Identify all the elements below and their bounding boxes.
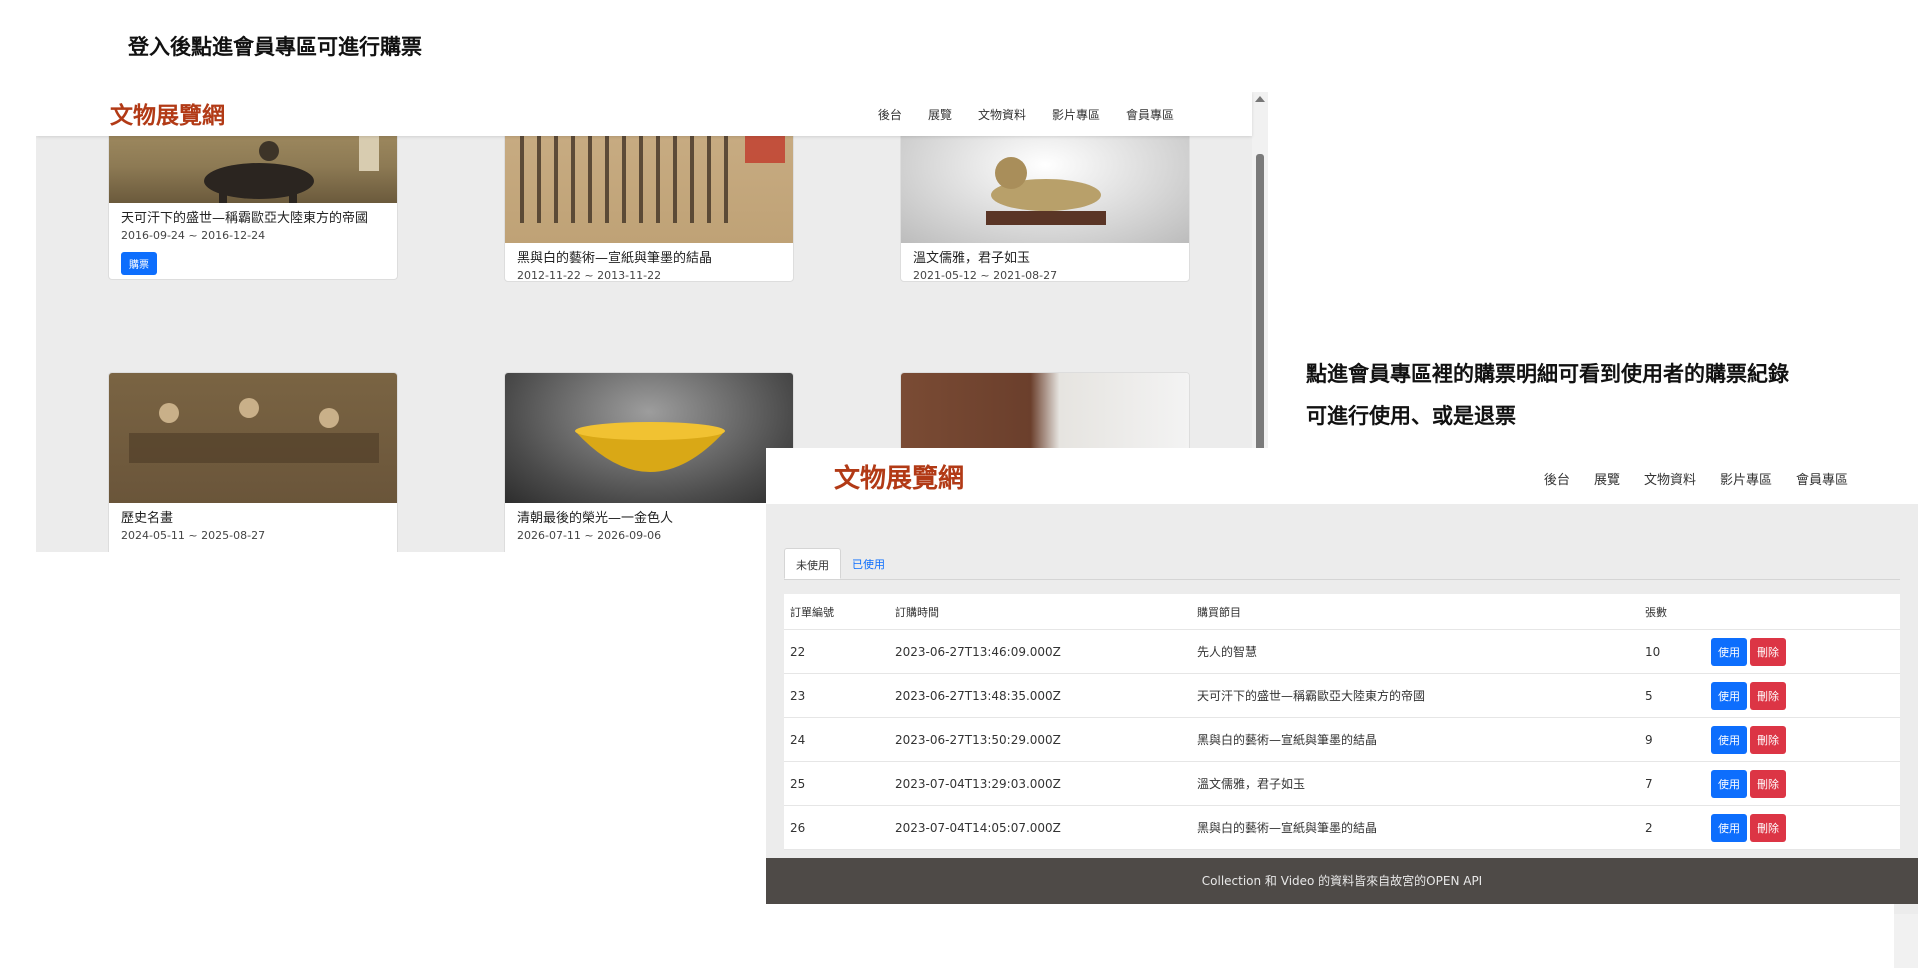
nav-artifacts[interactable]: 文物資料	[1644, 469, 1696, 488]
use-button[interactable]: 使用	[1711, 813, 1747, 842]
footer: Collection 和 Video 的資料皆來自故宮的OPEN API	[766, 858, 1918, 904]
header-program: 購買節目	[1197, 605, 1241, 619]
scroll-up-icon[interactable]	[1255, 96, 1265, 102]
scroll-thumb[interactable]	[1256, 154, 1264, 454]
exhibition-dates: 2016-09-24 ~ 2016-12-24	[121, 229, 266, 242]
order-time: 2023-06-27T13:46:09.000Z	[895, 644, 1061, 659]
ticket-quantity: 7	[1645, 776, 1653, 791]
navbar: 文物展覽網 後台 展覽 文物資料 影片專區 會員專區	[766, 448, 1918, 504]
order-time: 2023-07-04T13:29:03.000Z	[895, 776, 1061, 791]
use-button[interactable]: 使用	[1711, 725, 1747, 754]
nav-admin[interactable]: 後台	[878, 106, 902, 123]
caption-ticket-record-instruction: 點進會員專區裡的購票明細可看到使用者的購票紀錄 可進行使用、或是退票	[1306, 353, 1789, 437]
order-id: 25	[790, 776, 806, 791]
site-brand[interactable]: 文物展覽網	[110, 96, 225, 130]
program-name: 黑與白的藝術—宣紙與筆墨的結晶	[1197, 733, 1378, 747]
nav-member[interactable]: 會員專區	[1796, 469, 1848, 488]
ticket-quantity: 2	[1645, 820, 1653, 835]
order-id: 24	[790, 732, 806, 747]
header-quantity: 張數	[1645, 605, 1667, 619]
caption-login-instruction: 登入後點進會員專區可進行購票	[128, 35, 422, 59]
exhibition-title: 天可汗下的盛世—稱霸歐亞大陸東方的帝國	[121, 211, 369, 226]
nav-menu: 後台 展覽 文物資料 影片專區 會員專區	[1544, 469, 1848, 488]
table-row: 22 2023-06-27T13:46:09.000Z 先人的智慧 10 使用 …	[784, 630, 1900, 674]
order-id: 26	[790, 820, 806, 835]
use-button[interactable]: 使用	[1711, 769, 1747, 798]
ticket-records-screenshot: 文物展覽網 後台 展覽 文物資料 影片專區 會員專區 未使用 已使用 訂單編號 …	[766, 448, 1918, 968]
exhibition-dates: 2012-11-22 ~ 2013-11-22	[517, 269, 662, 282]
row-actions: 使用 刪除	[1711, 637, 1786, 666]
row-actions: 使用 刪除	[1711, 725, 1786, 754]
exhibition-dates: 2024-05-11 ~ 2025-08-27	[121, 529, 266, 542]
nav-videos[interactable]: 影片專區	[1052, 106, 1100, 123]
caption-line-2: 可進行使用、或是退票	[1306, 404, 1516, 428]
exhibition-image	[505, 373, 793, 503]
exhibition-image	[109, 373, 397, 503]
exhibition-card: 黑與白的藝術—宣紙與筆墨的結晶 2012-11-22 ~ 2013-11-22 …	[504, 112, 794, 282]
nav-exhibition[interactable]: 展覽	[928, 106, 952, 123]
header-order-id: 訂單編號	[790, 605, 834, 619]
order-time: 2023-06-27T13:50:29.000Z	[895, 732, 1061, 747]
program-name: 溫文儒雅，君子如玉	[1197, 777, 1306, 791]
delete-button[interactable]: 刪除	[1750, 681, 1786, 710]
use-button[interactable]: 使用	[1711, 637, 1747, 666]
delete-button[interactable]: 刪除	[1750, 813, 1786, 842]
ticket-quantity: 5	[1645, 688, 1653, 703]
tab-unused[interactable]: 未使用	[784, 548, 841, 579]
exhibition-dates: 2026-07-11 ~ 2026-09-06	[517, 529, 662, 542]
row-actions: 使用 刪除	[1711, 681, 1786, 710]
table-header: 訂單編號 訂購時間 購買節目 張數	[784, 594, 1900, 630]
exhibition-card: 歷史名畫 2024-05-11 ~ 2025-08-27 購票	[108, 372, 398, 552]
navbar: 文物展覽網 後台 展覽 文物資料 影片專區 會員專區	[36, 92, 1252, 136]
program-name: 先人的智慧	[1197, 645, 1258, 659]
program-name: 黑與白的藝術—宣紙與筆墨的結晶	[1197, 821, 1378, 835]
nav-exhibition[interactable]: 展覽	[1594, 469, 1620, 488]
delete-button[interactable]: 刪除	[1750, 725, 1786, 754]
ticket-quantity: 10	[1645, 644, 1661, 659]
exhibition-card: 清朝最後的榮光—一金色人 2026-07-11 ~ 2026-09-06 購票	[504, 372, 794, 552]
nav-menu: 後台 展覽 文物資料 影片專區 會員專區	[878, 106, 1174, 123]
nav-member[interactable]: 會員專區	[1126, 106, 1174, 123]
order-id: 23	[790, 688, 806, 703]
exhibition-card: 溫文儒雅，君子如玉 2021-05-12 ~ 2021-08-27 購票	[900, 112, 1190, 282]
page-bottom	[766, 904, 1894, 968]
delete-button[interactable]: 刪除	[1750, 637, 1786, 666]
nav-videos[interactable]: 影片專區	[1720, 469, 1772, 488]
table-row: 24 2023-06-27T13:50:29.000Z 黑與白的藝術—宣紙與筆墨…	[784, 718, 1900, 762]
header-order-time: 訂購時間	[895, 605, 939, 619]
order-id: 22	[790, 644, 806, 659]
table-row: 25 2023-07-04T13:29:03.000Z 溫文儒雅，君子如玉 7 …	[784, 762, 1900, 806]
caption-line-1: 點進會員專區裡的購票明細可看到使用者的購票紀錄	[1306, 362, 1789, 386]
exhibition-title: 黑與白的藝術—宣紙與筆墨的結晶	[517, 251, 713, 266]
program-name: 天可汗下的盛世—稱霸歐亞大陸東方的帝國	[1197, 689, 1426, 703]
use-button[interactable]: 使用	[1711, 681, 1747, 710]
tab-used[interactable]: 已使用	[841, 548, 896, 579]
ticket-quantity: 9	[1645, 732, 1653, 747]
exhibition-title: 溫文儒雅，君子如玉	[913, 251, 1031, 266]
scrollbar[interactable]	[1894, 914, 1918, 968]
exhibition-dates: 2021-05-12 ~ 2021-08-27	[913, 269, 1058, 282]
buy-ticket-button[interactable]: 購票	[121, 252, 157, 275]
exhibition-title: 歷史名畫	[121, 511, 174, 526]
site-brand[interactable]: 文物展覽網	[834, 458, 964, 495]
exhibition-title: 清朝最後的榮光—一金色人	[517, 511, 674, 526]
table-row: 23 2023-06-27T13:48:35.000Z 天可汗下的盛世—稱霸歐亞…	[784, 674, 1900, 718]
order-time: 2023-06-27T13:48:35.000Z	[895, 688, 1061, 703]
nav-admin[interactable]: 後台	[1544, 469, 1570, 488]
order-time: 2023-07-04T14:05:07.000Z	[895, 820, 1061, 835]
ticket-tabs: 未使用 已使用	[784, 548, 1900, 580]
row-actions: 使用 刪除	[1711, 769, 1786, 798]
row-actions: 使用 刪除	[1711, 813, 1786, 842]
ticket-table: 訂單編號 訂購時間 購買節目 張數 22 2023-06-27T13:46:09…	[784, 594, 1900, 850]
nav-artifacts[interactable]: 文物資料	[978, 106, 1026, 123]
delete-button[interactable]: 刪除	[1750, 769, 1786, 798]
table-row: 26 2023-07-04T14:05:07.000Z 黑與白的藝術—宣紙與筆墨…	[784, 806, 1900, 850]
